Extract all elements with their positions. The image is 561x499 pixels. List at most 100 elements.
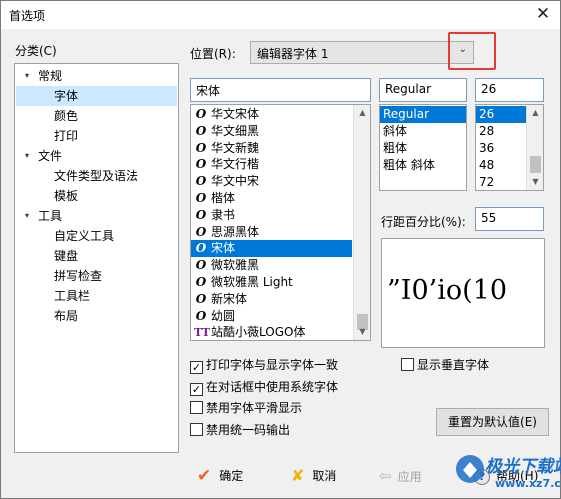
tree-item[interactable]: 文件类型及语法: [16, 166, 177, 186]
reset-defaults-button[interactable]: 重置为默认值(E): [436, 408, 549, 436]
expand-toggle-icon[interactable]: ▾: [22, 206, 32, 226]
font-style-item[interactable]: 粗体: [380, 140, 466, 157]
ok-label: 确定: [219, 469, 244, 483]
font-name-list[interactable]: O 华文宋体 O 华文细黑 O 华文新魏 O 华文行楷 O 华文中宋 O 楷体 O 隶书 O 思源黑体 O 宋体 O…: [190, 104, 371, 341]
tree-item-label: 工具: [38, 209, 63, 223]
option-checkbox[interactable]: 禁用统一码输出: [190, 422, 290, 439]
opentype-font-icon: O: [195, 207, 207, 222]
option-checkbox[interactable]: ✓ 在对话框中使用系统字体: [190, 379, 338, 396]
font-list-item[interactable]: O 新宋体: [191, 291, 352, 308]
font-size-list[interactable]: 26 28 36 48 72 ▲ ▼: [475, 104, 544, 191]
apply-button[interactable]: ⇦ 应用: [379, 462, 422, 490]
checkbox-box[interactable]: [401, 358, 414, 371]
opentype-font-icon: O: [195, 291, 207, 306]
tree-item[interactable]: 打印: [16, 126, 177, 146]
tree-item[interactable]: 拼写检查: [16, 266, 177, 286]
opentype-font-icon: O: [195, 224, 207, 239]
category-label: 分类(C): [15, 44, 57, 58]
tree-item[interactable]: ▾ 常规: [16, 66, 177, 86]
scroll-down-icon[interactable]: ▼: [527, 174, 543, 190]
ok-button[interactable]: ✔ 确定: [197, 462, 243, 490]
font-name: 隶书: [211, 207, 236, 222]
category-tree[interactable]: ▾ 常规 字体 颜色 打印 ▾ 文件 文件类型及语法 模板 ▾ 工具 自定义工具 键盘 拼写检查 工具栏 布局: [14, 63, 179, 453]
font-list-item[interactable]: O 华文宋体: [191, 106, 352, 123]
font-size-item[interactable]: 48: [476, 157, 526, 174]
font-size-item[interactable]: 72: [476, 174, 526, 190]
font-list-item[interactable]: O 华文行楷: [191, 156, 352, 173]
tree-item[interactable]: ▾ 文件: [16, 146, 177, 166]
option-checkbox[interactable]: 禁用字体平滑显示: [190, 400, 302, 417]
font-list-item[interactable]: O 思源黑体: [191, 224, 352, 241]
font-name: 新宋体: [211, 291, 248, 306]
font-list-item[interactable]: O 楷体: [191, 190, 352, 207]
font-list-item[interactable]: O 幼圆: [191, 308, 352, 325]
font-style-item[interactable]: 斜体: [380, 123, 466, 140]
vertical-font-checkbox[interactable]: 显示垂直字体: [401, 357, 489, 374]
position-dropdown[interactable]: 编辑器字体 1 ⌄: [250, 41, 474, 64]
checkbox-box[interactable]: [190, 422, 203, 436]
opentype-font-icon: O: [195, 241, 207, 256]
tree-item-label: 颜色: [54, 109, 79, 123]
tree-item[interactable]: 布局: [16, 306, 177, 326]
tree-item-label: 键盘: [54, 249, 79, 263]
cancel-label: 取消: [312, 469, 337, 483]
font-name-input[interactable]: 宋体: [190, 78, 371, 102]
font-list-scrollbar[interactable]: ▲ ▼: [353, 105, 370, 340]
tree-item-label: 拼写检查: [54, 269, 103, 283]
font-list-item[interactable]: O 宋体: [191, 240, 352, 258]
font-name: 华文新魏: [211, 140, 260, 155]
font-name: 宋体: [211, 241, 236, 256]
tree-item-label: 常规: [38, 69, 63, 83]
tree-item[interactable]: 模板: [16, 186, 177, 206]
checkmark-icon: ✔: [197, 466, 212, 486]
font-size-item[interactable]: 26: [476, 106, 526, 123]
line-spacing-input[interactable]: 55: [475, 207, 544, 231]
tree-item[interactable]: 字体: [16, 86, 177, 106]
font-size-item[interactable]: 36: [476, 140, 526, 157]
font-list-item[interactable]: O 微软雅黑: [191, 257, 352, 274]
checked-box-icon[interactable]: ✓: [190, 382, 203, 396]
apply-arrow-icon: ⇦: [379, 467, 392, 485]
close-button[interactable]: ✕: [530, 3, 556, 25]
checkbox-label: 打印字体与显示字体一致: [206, 358, 339, 372]
font-list-item[interactable]: O 华文中宋: [191, 173, 352, 190]
cross-icon: ✘: [291, 466, 305, 485]
font-style-list[interactable]: Regular 斜体 粗体 粗体 斜体: [379, 104, 467, 191]
font-size-item[interactable]: 28: [476, 123, 526, 140]
tree-item[interactable]: 自定义工具: [16, 226, 177, 246]
font-name: 华文行楷: [211, 157, 260, 172]
font-style-item[interactable]: 粗体 斜体: [380, 157, 466, 174]
checked-box-icon[interactable]: ✓: [190, 361, 203, 374]
vertical-font-label: 显示垂直字体: [417, 358, 490, 372]
font-list-item[interactable]: O 华文新魏: [191, 140, 352, 157]
font-list-item[interactable]: TT站酷小薇LOGO体: [191, 324, 352, 340]
font-style-item[interactable]: Regular: [380, 106, 466, 123]
font-list-item[interactable]: O 微软雅黑 Light: [191, 274, 352, 291]
font-list-item[interactable]: O 华文细黑: [191, 123, 352, 140]
expand-toggle-icon[interactable]: ▾: [22, 146, 32, 166]
tree-item-label: 打印: [54, 129, 79, 143]
option-checkbox[interactable]: ✓ 打印字体与显示字体一致: [190, 357, 338, 374]
font-style-input[interactable]: Regular: [379, 78, 467, 102]
checkbox-box[interactable]: [190, 401, 203, 414]
opentype-font-icon: O: [195, 275, 207, 289]
expand-toggle-icon[interactable]: ▾: [22, 66, 32, 86]
tree-item[interactable]: 工具栏: [16, 286, 177, 306]
position-label: 位置(R):: [190, 47, 236, 61]
font-preview: ”I0’io(10: [381, 238, 545, 348]
font-size-input[interactable]: 26: [475, 78, 544, 102]
watermark-url: www.xz7.com: [495, 477, 561, 490]
tree-item[interactable]: 颜色: [16, 106, 177, 126]
checkbox-label: 禁用字体平滑显示: [206, 401, 303, 415]
cancel-button[interactable]: ✘ 取消: [291, 462, 336, 490]
scroll-down-icon[interactable]: ▼: [354, 324, 370, 340]
scroll-up-icon[interactable]: ▲: [527, 105, 543, 121]
tree-item[interactable]: 键盘: [16, 246, 177, 266]
highlight-annotation: [448, 32, 496, 70]
scroll-thumb[interactable]: [530, 156, 541, 173]
size-list-scrollbar[interactable]: ▲ ▼: [526, 105, 543, 190]
scroll-up-icon[interactable]: ▲: [354, 105, 370, 121]
tree-item[interactable]: ▾ 工具: [16, 206, 177, 226]
checkbox-label: 在对话框中使用系统字体: [206, 379, 339, 394]
font-list-item[interactable]: O 隶书: [191, 207, 352, 224]
